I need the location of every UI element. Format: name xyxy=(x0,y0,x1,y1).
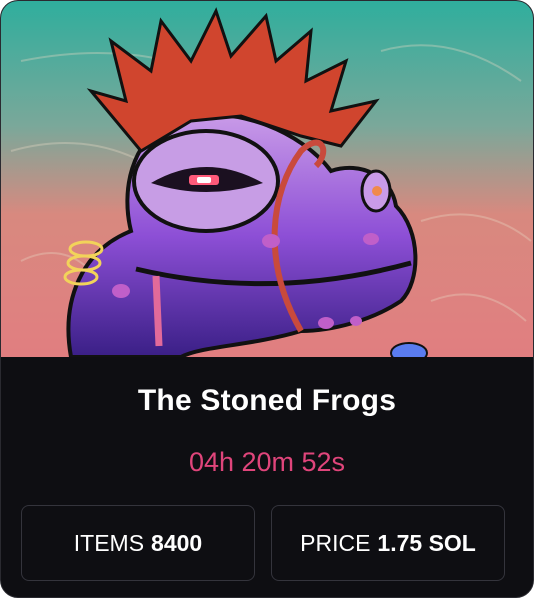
countdown-timer: 04h 20m 52s xyxy=(188,447,346,477)
items-label: ITEMS xyxy=(73,529,145,556)
collection-artwork xyxy=(1,1,533,357)
price-stat: PRICE 1.75 SOL xyxy=(271,505,505,581)
collection-card[interactable]: The Stoned Frogs 04h 20m 52s ITEMS 8400 … xyxy=(0,0,534,598)
price-value: 1.75 SOL xyxy=(377,529,476,556)
items-stat: ITEMS 8400 xyxy=(21,505,255,581)
items-value: 8400 xyxy=(151,529,203,556)
collection-title: The Stoned Frogs xyxy=(137,384,397,417)
price-label: PRICE xyxy=(300,529,371,556)
